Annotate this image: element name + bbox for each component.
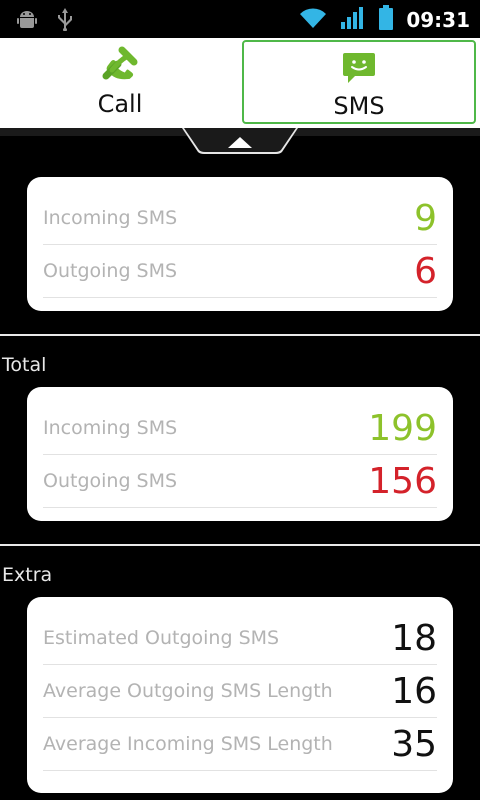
- total-incoming-sms-value: 199: [368, 407, 437, 449]
- avg-outgoing-sms-length-label: Average Outgoing SMS Length: [43, 680, 333, 702]
- current-sms-card: Incoming SMS 9 Outgoing SMS 6: [27, 177, 453, 311]
- list-item: Average Incoming SMS Length 35: [43, 718, 437, 771]
- avg-incoming-sms-length-label: Average Incoming SMS Length: [43, 733, 333, 755]
- total-incoming-sms-label: Incoming SMS: [43, 417, 178, 439]
- extra-stats-card: Estimated Outgoing SMS 18 Average Outgoi…: [27, 597, 453, 793]
- outgoing-sms-label: Outgoing SMS: [43, 260, 178, 282]
- signal-icon: [340, 6, 366, 34]
- tab-sms[interactable]: SMS: [242, 40, 476, 124]
- estimated-outgoing-sms-label: Estimated Outgoing SMS: [43, 627, 280, 649]
- estimated-outgoing-sms-value: 18: [391, 617, 437, 659]
- list-item: Outgoing SMS 6: [43, 245, 437, 298]
- incoming-sms-value: 9: [414, 197, 437, 239]
- drawer-handle[interactable]: [182, 128, 298, 158]
- total-outgoing-sms-label: Outgoing SMS: [43, 470, 178, 492]
- tab-bar: Call SMS: [0, 38, 480, 128]
- outgoing-sms-value: 6: [414, 250, 437, 292]
- avg-outgoing-sms-length-value: 16: [391, 670, 437, 712]
- tab-sms-label: SMS: [333, 92, 385, 120]
- total-sms-card: Incoming SMS 199 Outgoing SMS 156: [27, 387, 453, 521]
- total-outgoing-sms-value: 156: [368, 460, 437, 502]
- avg-incoming-sms-length-value: 35: [391, 723, 437, 765]
- list-item: Estimated Outgoing SMS 18: [43, 612, 437, 665]
- battery-icon: [378, 5, 394, 35]
- incoming-sms-label: Incoming SMS: [43, 207, 178, 229]
- list-item: Average Outgoing SMS Length 16: [43, 665, 437, 718]
- sms-icon: [341, 48, 377, 88]
- total-section-title: Total: [2, 354, 47, 376]
- section-divider: [0, 334, 480, 336]
- list-item: Incoming SMS 9: [43, 192, 437, 245]
- wifi-icon: [298, 6, 328, 34]
- list-item: Outgoing SMS 156: [43, 455, 437, 508]
- android-debug-icon: [16, 8, 38, 34]
- section-divider: [0, 544, 480, 546]
- usb-icon: [56, 7, 74, 35]
- status-bar: 09:31: [0, 0, 480, 38]
- tab-call[interactable]: Call: [3, 40, 237, 124]
- extra-section-title: Extra: [2, 564, 53, 586]
- tab-call-label: Call: [97, 90, 143, 118]
- status-clock: 09:31: [406, 8, 470, 32]
- phone-icon: [100, 46, 140, 86]
- list-item: Incoming SMS 199: [43, 402, 437, 455]
